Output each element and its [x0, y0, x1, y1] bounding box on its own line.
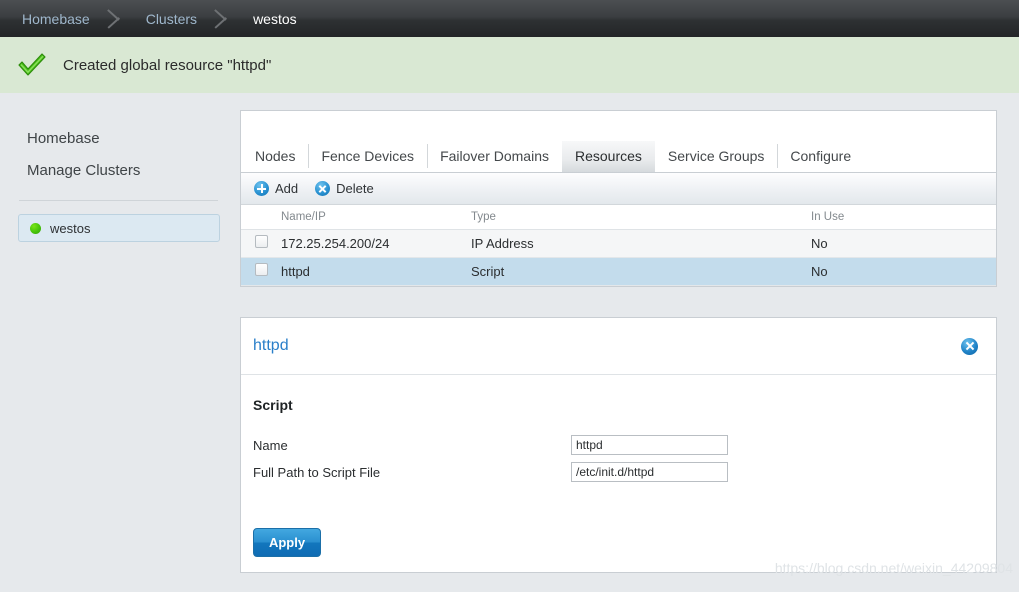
table-header-in-use: In Use [811, 205, 996, 230]
tab-nodes[interactable]: Nodes [242, 141, 308, 171]
status-dot-icon [30, 222, 41, 234]
table-header-name: Name/IP [281, 205, 471, 230]
delete-button-label: Delete [336, 181, 374, 196]
sidebar-cluster-label: westos [50, 220, 91, 236]
chevron-right-icon [211, 0, 237, 37]
breadcrumb-item-homebase[interactable]: Homebase [0, 11, 90, 27]
resource-detail-panel: httpd Script Name Full Path to Script Fi… [240, 317, 997, 573]
row-checkbox[interactable] [255, 235, 268, 248]
cell-type: Script [471, 257, 811, 286]
chevron-right-icon [104, 0, 130, 37]
delete-button[interactable]: Delete [315, 181, 374, 196]
tab-fence-devices[interactable]: Fence Devices [308, 141, 427, 171]
label-script-path: Full Path to Script File [253, 464, 381, 480]
name-input[interactable] [571, 435, 728, 455]
table-header-row: Name/IP Type In Use [241, 205, 996, 230]
breadcrumb-item-westos: westos [253, 10, 297, 27]
resources-toolbar: Add Delete [241, 173, 996, 205]
tab-resources[interactable]: Resources [562, 141, 655, 172]
tab-configure[interactable]: Configure [777, 141, 864, 171]
add-button[interactable]: Add [254, 181, 298, 196]
sidebar: Homebase Manage Clusters westos [0, 93, 240, 592]
cell-name: httpd [281, 257, 471, 286]
success-banner: Created global resource "httpd" [0, 37, 1019, 93]
plus-icon [254, 181, 269, 196]
banner-message: Created global resource "httpd" [63, 56, 272, 74]
table-header-type: Type [471, 205, 811, 230]
form-heading: Script [253, 397, 293, 413]
breadcrumb-bar: Homebase Clusters westos [0, 0, 1019, 37]
form-row-name: Name [253, 435, 996, 455]
sidebar-item-westos[interactable]: westos [18, 214, 220, 242]
tab-service-groups[interactable]: Service Groups [655, 141, 777, 171]
row-checkbox[interactable] [255, 263, 268, 276]
green-check-icon [17, 52, 47, 78]
tab-failover-domains[interactable]: Failover Domains [427, 141, 562, 171]
detail-title-link[interactable]: httpd [253, 337, 961, 355]
sidebar-item-manage-clusters[interactable]: Manage Clusters [0, 154, 240, 186]
sidebar-divider [19, 200, 218, 201]
table-row[interactable]: httpd Script No [241, 257, 996, 286]
cell-name: 172.25.254.200/24 [281, 229, 471, 258]
close-x-icon [315, 181, 331, 196]
table-header-checkbox [241, 205, 281, 230]
cell-in-use: No [811, 257, 996, 286]
close-icon[interactable] [961, 337, 978, 355]
add-button-label: Add [275, 181, 299, 196]
table-row[interactable]: 172.25.254.200/24 IP Address No [241, 229, 996, 258]
resources-table: Name/IP Type In Use 172.25.254.200/24 IP… [241, 205, 996, 286]
cell-in-use: No [811, 229, 996, 258]
detail-body: Script Name Full Path to Script File App… [241, 375, 996, 557]
cell-type: IP Address [471, 229, 811, 258]
breadcrumb-item-clusters[interactable]: Clusters [124, 11, 197, 27]
detail-header: httpd [241, 318, 996, 375]
form-row-script-path: Full Path to Script File [253, 462, 996, 482]
script-path-input[interactable] [571, 462, 728, 482]
resources-panel: Nodes Fence Devices Failover Domains Res… [240, 110, 997, 287]
apply-button[interactable]: Apply [253, 528, 321, 557]
sidebar-item-homebase[interactable]: Homebase [0, 122, 240, 154]
tab-bar: Nodes Fence Devices Failover Domains Res… [241, 111, 996, 173]
label-name: Name [253, 437, 288, 453]
